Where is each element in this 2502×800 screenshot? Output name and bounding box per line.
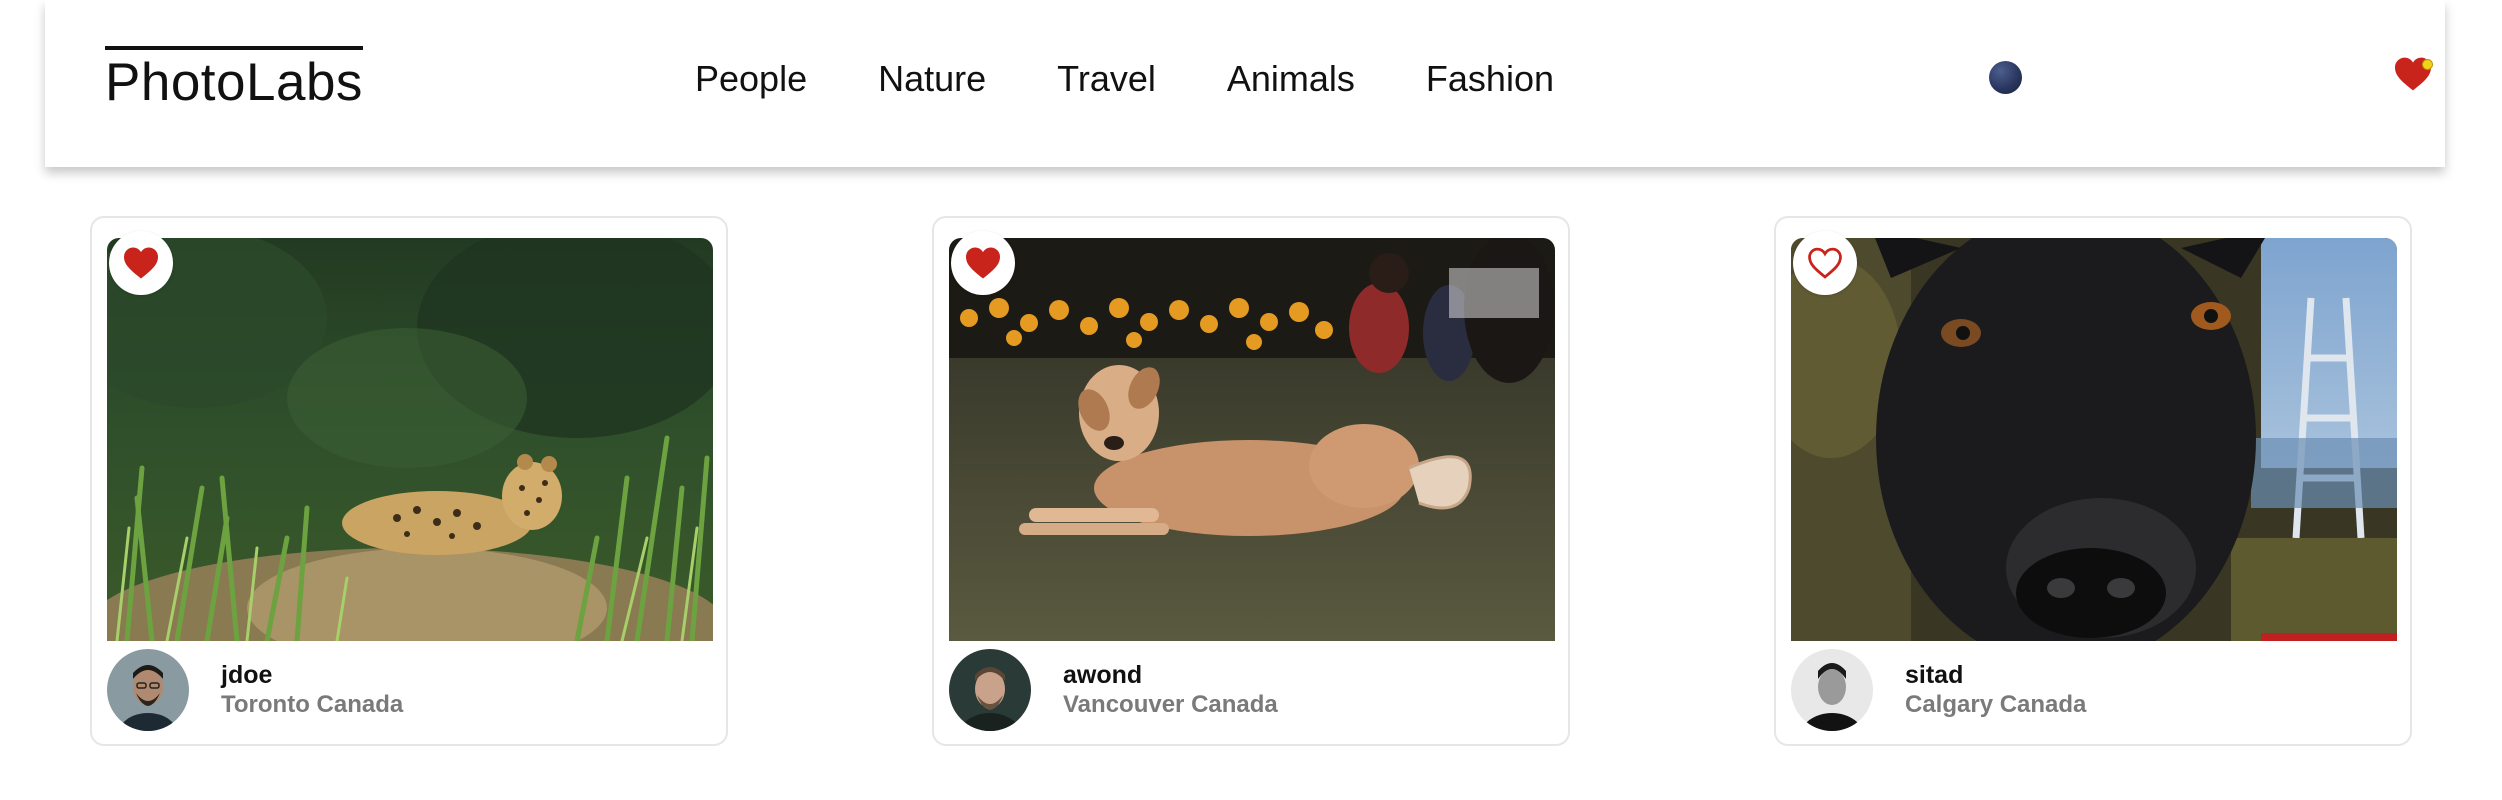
location: Toronto Canada <box>221 691 404 718</box>
location: Vancouver Canada <box>1063 691 1278 718</box>
photo-image[interactable] <box>1791 238 2397 641</box>
favorite-button[interactable] <box>1793 231 1857 295</box>
photo-details: sitad Calgary Canada <box>1791 648 2086 732</box>
location: Calgary Canada <box>1905 691 2087 718</box>
favorite-button[interactable] <box>951 231 1015 295</box>
username: jdoe <box>221 661 273 689</box>
photo-image[interactable] <box>107 238 713 641</box>
username: sitad <box>1905 661 1964 689</box>
heart-outline-icon <box>1808 247 1842 279</box>
avatar <box>107 649 189 731</box>
dog-photo <box>949 238 1555 641</box>
photo-details: awond Vancouver Canada <box>949 648 1278 732</box>
photo-card[interactable]: sitad Calgary Canada <box>1774 216 2412 746</box>
favorite-button[interactable] <box>109 231 173 295</box>
heart-filled-icon <box>124 247 158 279</box>
avatar <box>1791 649 1873 731</box>
photo-image[interactable] <box>949 238 1555 641</box>
photo-card[interactable]: jdoe Toronto Canada <box>90 216 728 746</box>
black-dog-photo <box>1791 238 2397 641</box>
photo-card[interactable]: awond Vancouver Canada <box>932 216 1570 746</box>
photo-list: jdoe Toronto Canada awond Vancouver Cana… <box>0 0 2502 800</box>
heart-filled-icon <box>966 247 1000 279</box>
username: awond <box>1063 661 1143 689</box>
photo-details: jdoe Toronto Canada <box>107 648 403 732</box>
avatar <box>949 649 1031 731</box>
jaguar-photo <box>107 238 713 641</box>
